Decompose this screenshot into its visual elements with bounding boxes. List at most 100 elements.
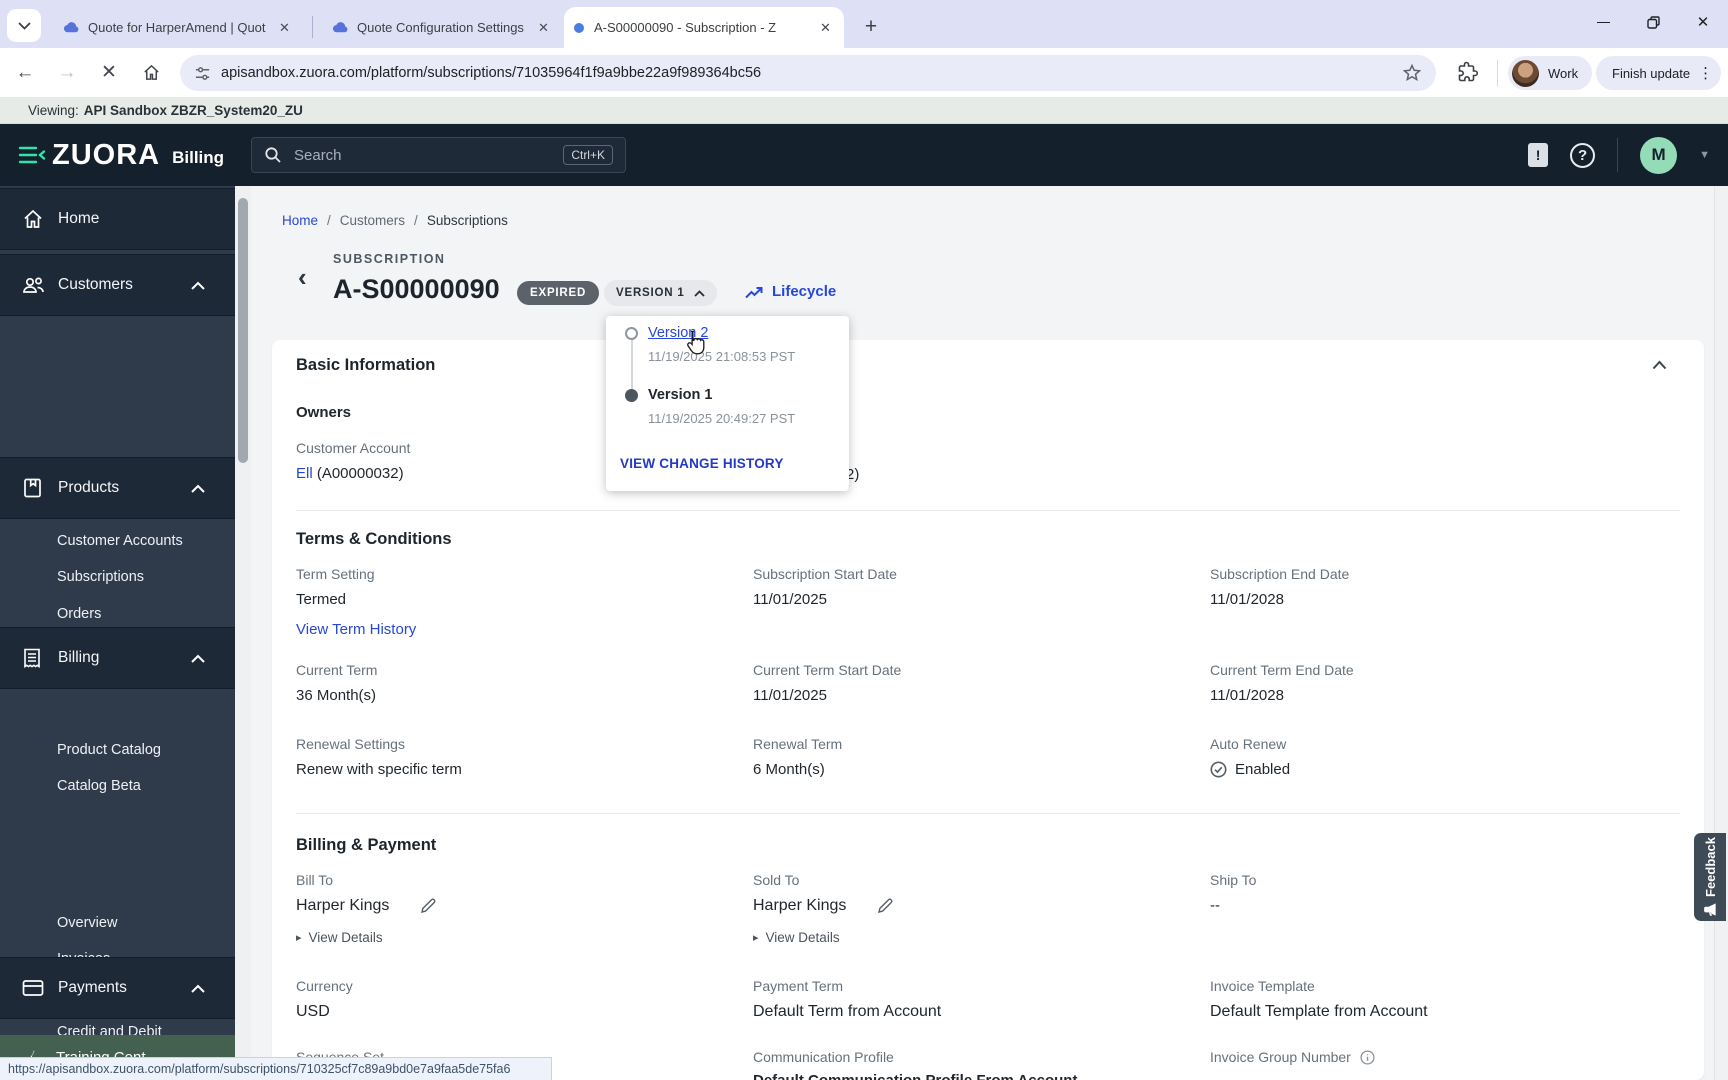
window-close-button[interactable]: ✕ [1678,0,1728,44]
browser-menu-kebab-icon[interactable]: ⋮ [1698,64,1713,82]
info-icon[interactable] [1360,1049,1375,1065]
window-restore-button[interactable] [1628,0,1678,44]
global-search-input[interactable]: Search Ctrl+K [251,137,626,173]
site-info-icon[interactable] [194,65,211,82]
subscription-eyebrow: SUBSCRIPTION [333,252,446,266]
zuora-logo[interactable]: ZUORA [52,139,160,172]
view-details-label: View Details [765,930,840,945]
view-details-label: View Details [308,930,383,945]
browser-tab-active[interactable]: A-S00000090 - Subscription - Z ✕ [564,7,844,48]
finish-update-button[interactable]: Finish update ⋮ [1596,56,1722,90]
collapse-section-icon[interactable] [1652,360,1667,370]
version-selector[interactable]: VERSION 1 [604,280,717,306]
field-current-term-start-date: Current Term Start Date 11/01/2025 [753,662,1173,704]
tab-close-icon[interactable]: ✕ [817,19,834,36]
edit-bill-to-icon[interactable] [420,897,437,914]
extensions-puzzle-icon[interactable] [1456,60,1480,84]
field-payment-term: Payment Term Default Term from Account [753,978,1173,1021]
search-shortcut-badge: Ctrl+K [563,145,613,165]
field-value: Default Term from Account [753,1003,942,1020]
view-term-history-link[interactable]: View Term History [296,621,416,638]
sidebar-collapse-icon[interactable] [18,146,46,169]
tab-close-icon[interactable]: ✕ [276,19,293,36]
product-name: Billing [172,148,225,167]
version-1-item[interactable]: Version 1 [648,387,712,403]
window-minimize-button[interactable] [1578,0,1628,44]
breadcrumb-home-link[interactable]: Home [282,213,318,228]
sidebar-scrollbar-thumb[interactable] [238,198,248,463]
url-text: apisandbox.zuora.com/platform/subscripti… [221,65,762,81]
sidebar-group-billing[interactable]: Billing [0,627,235,689]
url-bar[interactable]: apisandbox.zuora.com/platform/subscripti… [180,55,1436,91]
megaphone-icon [1703,903,1716,917]
chevron-up-icon [191,281,205,290]
view-change-history-link[interactable]: VIEW CHANGE HISTORY [620,456,784,471]
version-2-radio-icon [625,327,638,340]
field-label: Auto Renew [1210,736,1287,752]
sidebar-group-customers[interactable]: Customers [0,254,235,316]
edit-sold-to-icon[interactable] [877,897,894,914]
sidebar-item-catalog-beta[interactable]: Catalog Beta [57,778,141,794]
field-current-term: Current Term 36 Month(s) [296,662,716,704]
field-auto-renew: Auto Renew Enabled [1210,736,1630,778]
profile-chip[interactable]: Work [1508,56,1593,90]
field-label: Current Term End Date [1210,662,1354,678]
field-value: 11/01/2025 [753,591,827,608]
browser-tab-1[interactable]: Quote for HarperAmend | Quot ✕ [53,7,303,48]
sidebar-item-overview[interactable]: Overview [57,915,117,931]
sold-to-view-details[interactable]: ▸ View Details [753,930,1173,945]
sidebar-item-orders[interactable]: Orders [57,606,101,622]
back-icon[interactable]: ← [8,56,42,90]
chevron-up-icon [191,984,205,993]
field-value: Default Template from Account [1210,1003,1428,1020]
help-icon[interactable]: ? [1570,142,1596,168]
sidebar-scrollbar[interactable] [235,186,251,1080]
home-icon[interactable] [134,56,168,90]
field-label: Subscription End Date [1210,566,1350,582]
user-menu-caret-icon[interactable]: ▼ [1699,149,1710,161]
customer-account-link[interactable]: Ell [296,465,313,482]
tab-close-icon[interactable]: ✕ [535,19,552,36]
feedback-tab[interactable]: Feedback [1694,833,1726,921]
sidebar-group-products[interactable]: Products [0,457,235,519]
breadcrumb-customers[interactable]: Customers [340,213,405,228]
lifecycle-link[interactable]: Lifecycle [745,283,836,300]
sidebar-item-product-catalog[interactable]: Product Catalog [57,742,161,758]
user-avatar[interactable]: M [1640,136,1678,174]
sidebar-group-label: Billing [58,649,100,666]
notifications-icon[interactable]: ! [1528,143,1549,167]
breadcrumb: Home / Customers / Subscriptions [282,213,508,228]
sidebar-item-customer-accounts[interactable]: Customer Accounts [57,533,183,549]
sidebar-group-label: Payments [58,979,127,996]
sidebar-item-home[interactable]: Home [0,188,235,250]
sidebar-group-label: Customers [58,276,133,293]
version-label: VERSION 1 [616,287,685,299]
page-scrollbar[interactable] [1714,186,1728,1080]
sidebar-nav: Home Customers Customer Accounts Subscri… [0,186,235,1080]
search-placeholder: Search [294,146,342,164]
sidebar-group-payments[interactable]: Payments [0,957,235,1019]
field-communication-profile: Communication Profile [753,1049,1173,1065]
triangle-right-icon: ▸ [296,932,302,944]
field-value: USD [296,1003,330,1020]
sidebar-item-subscriptions[interactable]: Subscriptions [57,569,144,585]
bill-to-view-details[interactable]: ▸ View Details [296,930,716,945]
forward-icon[interactable]: → [50,56,84,90]
field-label: Current Term [296,662,378,678]
mouse-cursor-pointer [684,330,706,361]
tab-divider [312,16,313,38]
tab-search-button[interactable] [7,9,41,42]
home-icon [22,208,46,230]
bookmark-star-icon[interactable] [1402,63,1422,83]
browser-status-bar: https://apisandbox.zuora.com/platform/su… [0,1057,552,1080]
breadcrumb-separator: / [327,213,331,228]
field-ship-to: Ship To -- [1210,872,1630,914]
stop-loading-icon[interactable]: ✕ [92,56,126,90]
check-circle-icon [1210,761,1227,778]
status-badge: EXPIRED [517,281,600,305]
lifecycle-label: Lifecycle [772,283,837,300]
browser-tab-2[interactable]: Quote Configuration Settings | ✕ [322,7,562,48]
customers-icon [22,275,46,295]
new-tab-button[interactable]: + [857,13,885,41]
back-chevron-icon[interactable]: ‹ [298,262,307,293]
